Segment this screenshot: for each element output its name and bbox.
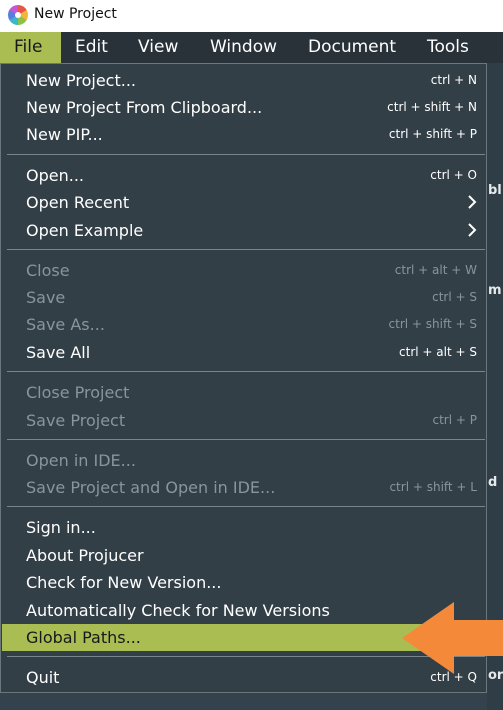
chevron-right-icon <box>468 223 477 237</box>
menu-item-about-projucer[interactable]: About Projucer <box>2 542 486 569</box>
menu-item-shortcut: ctrl + O <box>430 168 477 182</box>
menu-separator <box>7 439 485 440</box>
menu-item-label: Save Project <box>26 411 126 430</box>
menu-item-shortcut: ctrl + alt + S <box>399 345 477 359</box>
menu-item-open-example[interactable]: Open Example <box>2 217 486 244</box>
menu-item-open[interactable]: Open... ctrl + O <box>2 162 486 189</box>
menu-item-label: New Project From Clipboard... <box>26 98 263 117</box>
menu-item-new-pip[interactable]: New PIP... ctrl + shift + P <box>2 121 486 148</box>
background-text-fragment: m <box>488 283 502 298</box>
menu-window[interactable]: Window <box>196 32 294 63</box>
menu-item-label: Sign in... <box>26 518 96 537</box>
menu-separator <box>7 506 485 507</box>
orange-arrow-left-icon <box>402 602 503 674</box>
menu-item-new-project[interactable]: New Project... ctrl + N <box>2 67 486 94</box>
projucer-logo-icon <box>8 5 28 25</box>
menu-item-label: Save Project and Open in IDE... <box>26 478 276 497</box>
menu-item-label: Open Example <box>26 221 144 240</box>
menu-item-label: Global Paths... <box>26 628 141 647</box>
menu-item-label: Quit <box>26 668 60 687</box>
menu-item-label: Save As... <box>26 315 105 334</box>
menu-separator <box>7 249 485 250</box>
menu-item-label: Close <box>26 261 70 280</box>
menu-item-label: Save <box>26 288 66 307</box>
menu-item-shortcut: ctrl + P <box>432 413 478 427</box>
menu-item-shortcut: ctrl + N <box>430 73 477 87</box>
menu-item-label: Automatically Check for New Versions <box>26 601 330 620</box>
menu-document[interactable]: Document <box>294 32 413 63</box>
menu-view[interactable]: View <box>124 32 196 63</box>
menu-item-label: New Project... <box>26 71 136 90</box>
menu-item-label: New PIP... <box>26 125 103 144</box>
menu-item-new-project-from-clipboard[interactable]: New Project From Clipboard... ctrl + shi… <box>2 94 486 121</box>
menu-item-save-project[interactable]: Save Project ctrl + P <box>2 407 486 434</box>
menu-separator <box>7 371 485 372</box>
menu-file[interactable]: File <box>0 32 61 63</box>
menu-item-save-all[interactable]: Save All ctrl + alt + S <box>2 339 486 366</box>
menu-item-open-recent[interactable]: Open Recent <box>2 189 486 216</box>
background-text-fragment: bl <box>488 183 502 198</box>
title-bar: New Project <box>0 0 503 32</box>
menu-separator <box>7 154 485 155</box>
menu-item-shortcut: ctrl + alt + W <box>394 263 477 277</box>
menu-tools[interactable]: Tools <box>413 32 503 63</box>
menu-item-shortcut: ctrl + shift + N <box>387 100 477 114</box>
file-menu-dropdown: New Project... ctrl + N New Project From… <box>0 63 487 693</box>
menu-item-shortcut: ctrl + shift + P <box>388 127 477 141</box>
menu-edit[interactable]: Edit <box>61 32 124 63</box>
chevron-right-icon <box>468 195 477 209</box>
menu-item-shortcut: ctrl + S <box>432 290 477 304</box>
menu-item-open-in-ide[interactable]: Open in IDE... <box>2 447 486 474</box>
menu-item-label: Open Recent <box>26 193 130 212</box>
window-title: New Project <box>34 6 117 22</box>
menu-item-save-as[interactable]: Save As... ctrl + shift + S <box>2 311 486 338</box>
menu-bar: File Edit View Window Document Tools <box>0 32 503 63</box>
menu-item-shortcut: ctrl + shift + S <box>388 317 477 331</box>
menu-item-shortcut: ctrl + shift + L <box>389 480 477 494</box>
menu-item-close[interactable]: Close ctrl + alt + W <box>2 257 486 284</box>
menu-item-label: Check for New Version... <box>26 573 222 592</box>
menu-item-label: Open... <box>26 166 84 185</box>
menu-item-sign-in[interactable]: Sign in... <box>2 514 486 541</box>
menu-item-save-project-and-open-in-ide[interactable]: Save Project and Open in IDE... ctrl + s… <box>2 474 486 501</box>
menu-item-label: Save All <box>26 343 91 362</box>
menu-item-label: About Projucer <box>26 546 144 565</box>
menu-item-label: Close Project <box>26 383 130 402</box>
menu-item-check-for-new-version[interactable]: Check for New Version... <box>2 569 486 596</box>
menu-item-save[interactable]: Save ctrl + S <box>2 284 486 311</box>
menu-item-label: Open in IDE... <box>26 451 136 470</box>
menu-item-close-project[interactable]: Close Project <box>2 379 486 406</box>
background-text-fragment: d <box>488 475 498 490</box>
